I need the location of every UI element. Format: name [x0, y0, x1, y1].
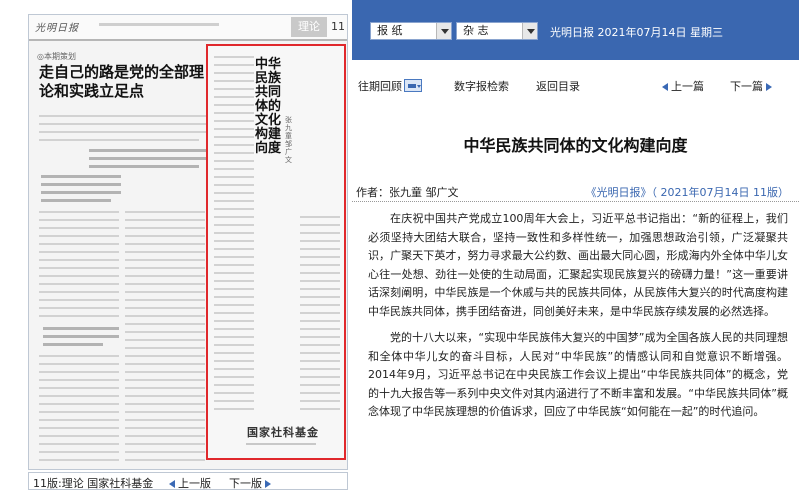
- issue-date-line: 光明日报 2021年07月14日 星期三: [550, 26, 723, 39]
- search-link[interactable]: 数字报检索: [454, 78, 509, 94]
- article-body: 在庆祝中国共产党成立100周年大会上，习近平总书记指出：“新的征程上，我们必须坚…: [368, 210, 788, 490]
- article-title: 中华民族共同体的文化构建向度: [463, 136, 688, 155]
- paper-select[interactable]: 报 纸: [370, 22, 452, 40]
- magazine-select[interactable]: 杂 志: [456, 22, 538, 40]
- catalog-link[interactable]: 返回目录: [536, 78, 580, 94]
- newspaper-logo: 光明日报: [35, 23, 79, 34]
- prev-article-link[interactable]: 上一篇: [662, 78, 704, 94]
- paper-preview-panel: 光明日报 理论 11 ◎本期策划 走自己的路是党的全部理论和实践立足点 中华民族…: [0, 0, 352, 492]
- arrow-right-icon: [265, 480, 271, 488]
- prev-page-link[interactable]: 上一版: [169, 475, 211, 491]
- page-footer-title: 11版:理论 国家社科基金: [33, 477, 154, 490]
- nav-bar: 往期回顾 数字报检索 返回目录 上一篇 下一篇: [352, 60, 799, 116]
- page-number: 11: [331, 20, 345, 33]
- masthead: 光明日报 理论 11: [29, 15, 347, 41]
- article-author: 作者：张九童 邹广文: [356, 186, 459, 199]
- byline: 作者：张九童 邹广文 《光明日报》（ 2021年07月14日 11版）: [352, 182, 799, 202]
- arrow-right-icon: [766, 83, 772, 91]
- section-tab: 理论: [291, 17, 327, 37]
- vertical-article-title: 中华民族共同体的文化构建向度: [255, 57, 282, 156]
- chevron-down-icon: [522, 23, 537, 39]
- page-footer: 11版:理论 国家社科基金 上一版 下一版: [28, 472, 348, 490]
- fund-logo: 国家社科基金: [247, 426, 319, 439]
- history-dropdown-icon[interactable]: [404, 79, 422, 92]
- page-headline[interactable]: 走自己的路是党的全部理论和实践立足点: [39, 63, 214, 101]
- masthead-date-line: [99, 23, 219, 26]
- fund-logo-subline: [246, 443, 316, 445]
- app-root: 光明日报 理论 11 ◎本期策划 走自己的路是党的全部理论和实践立足点 中华民族…: [0, 0, 799, 492]
- arrow-left-icon: [662, 83, 668, 91]
- top-toolbar: 报 纸 杂 志 光明日报 2021年07月14日 星期三: [352, 0, 799, 60]
- article-paragraph: 在庆祝中国共产党成立100周年大会上，习近平总书记指出：“新的征程上，我们必须坚…: [368, 212, 788, 318]
- history-link[interactable]: 往期回顾: [358, 78, 402, 94]
- next-page-link[interactable]: 下一版: [229, 475, 271, 491]
- arrow-left-icon: [169, 480, 175, 488]
- next-article-link[interactable]: 下一篇: [730, 78, 772, 94]
- headline-tag: ◎本期策划: [37, 52, 76, 61]
- article-paragraph: 党的十八大以来，“实现中华民族伟大复兴的中国梦”成为全国各族人民的共同理想和全体…: [368, 331, 788, 418]
- vertical-article-author: 张九童 邹广文: [285, 116, 292, 164]
- article-source-link[interactable]: 《光明日报》（ 2021年07月14日 11版）: [586, 184, 789, 200]
- chevron-down-icon: [436, 23, 451, 39]
